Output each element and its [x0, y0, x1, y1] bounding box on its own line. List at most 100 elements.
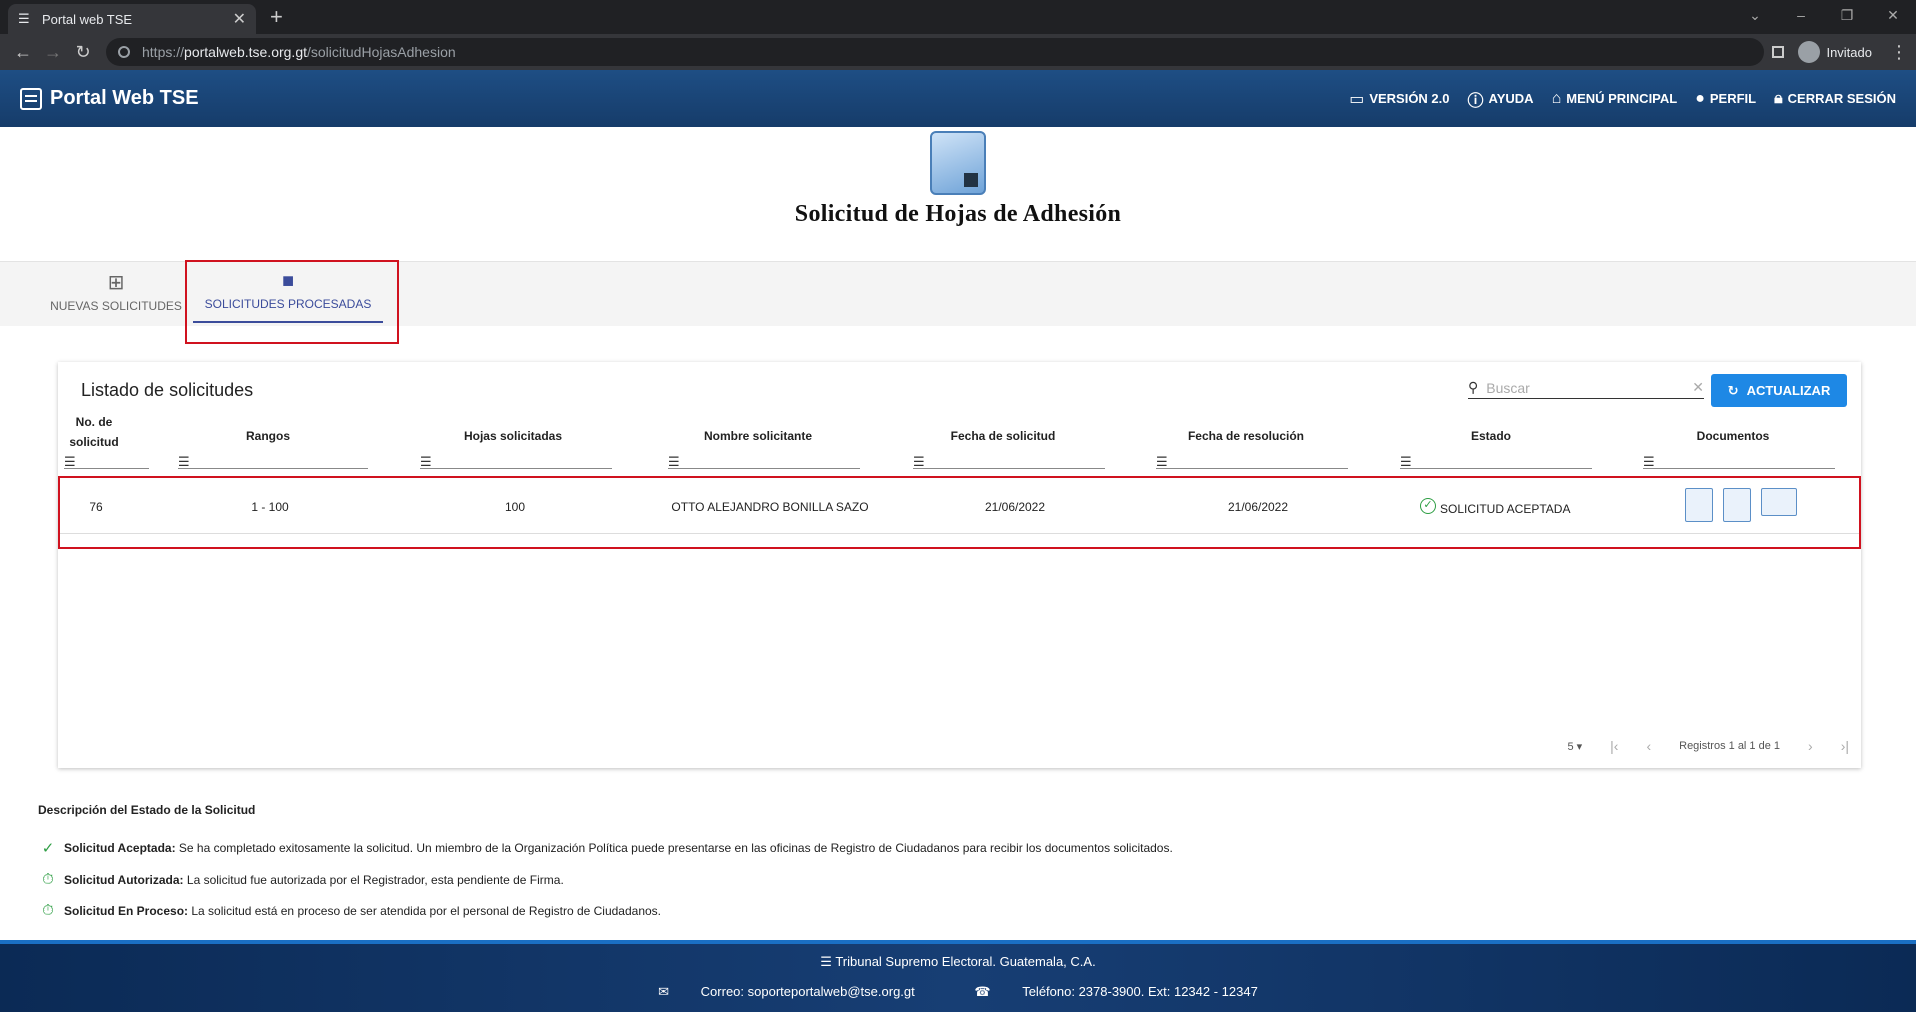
legend-item-name: Solicitud En Proceso: — [64, 903, 189, 918]
legend-item-name: Solicitud Aceptada: — [64, 841, 176, 855]
search-input[interactable]: ⚲ Buscar ✕ — [1468, 377, 1704, 399]
page-size-select[interactable]: 5 ▾ — [1567, 740, 1582, 753]
footer-email[interactable]: ✉ Correo: soporteportalweb@tse.org.gt — [644, 984, 929, 999]
tse-logo-icon — [20, 87, 42, 110]
menu-version[interactable]: ▭ VERSIÓN 2.0 — [1349, 87, 1449, 111]
col-rangos[interactable]: Rangos — [188, 426, 348, 446]
tab-procesadas-label: SOLICITUDES PROCESADAS — [204, 297, 372, 311]
footer-email-text: Correo: soporteportalweb@tse.org.gt — [700, 984, 915, 999]
last-page-icon[interactable]: ›| — [1841, 738, 1849, 754]
first-page-icon[interactable]: |‹ — [1610, 738, 1618, 754]
close-window-icon[interactable]: ✕ — [1870, 0, 1916, 30]
profile-label: Invitado — [1826, 44, 1872, 60]
lock-icon: 🔒︎ — [1774, 89, 1783, 107]
status-label: SOLICITUD ACEPTADA — [1440, 502, 1571, 516]
filter-fecha-solicitud[interactable]: ☰ — [913, 454, 1105, 469]
header-menu: ▭ VERSIÓN 2.0 ⓘ AYUDA ⌂ MENÚ PRINCIPAL ● PER… — [1349, 87, 1896, 111]
more-menu-icon[interactable]: ⋮ — [1890, 42, 1908, 63]
table-header: No. de solicitud Rangos Hojas solicitada… — [58, 415, 1861, 454]
address-bar-row: ← → ↻ https://portalweb.tse.org.gt/solic… — [0, 34, 1916, 70]
page-size-value: 5 — [1567, 740, 1574, 753]
paginator: 5 ▾ |‹ ‹ Registros 1 al 1 de 1 › ›| — [1567, 738, 1849, 754]
new-tab-icon[interactable]: + — [270, 4, 283, 30]
menu-logout-label: CERRAR SESIÓN — [1787, 91, 1896, 106]
brand[interactable]: Portal Web TSE — [20, 87, 199, 110]
phone-icon: ☎ — [974, 984, 995, 999]
filter-nombre[interactable]: ☰ — [668, 454, 860, 469]
browser-tabstrip: ☰ Portal web TSE ✕ + ⌄ – ❐ ✕ — [0, 0, 1916, 34]
tse-favicon-icon: ☰ — [18, 11, 30, 26]
filter-icon: ☰ — [668, 454, 680, 469]
col-estado[interactable]: Estado — [1401, 426, 1581, 446]
document-download-icon[interactable] — [1723, 488, 1751, 522]
reload-icon[interactable]: ↻ — [68, 42, 98, 63]
legend-item: ⏱︎ Solicitud En Proceso: La solicitud es… — [38, 902, 1173, 919]
brand-title: Portal Web TSE — [50, 87, 199, 109]
check-circle-icon: ✓ — [1420, 498, 1436, 514]
legend-item-name: Solicitud Autorizada: — [64, 872, 184, 887]
site-info-icon[interactable] — [118, 46, 130, 58]
menu-home[interactable]: ⌂ MENÚ PRINCIPAL — [1552, 87, 1678, 111]
minimize-icon[interactable]: – — [1778, 0, 1824, 30]
tabs-bar: ⊞ NUEVAS SOLICITUDES ■ SOLICITUDES PROCE… — [0, 260, 1916, 344]
filter-icon: ☰ — [1643, 454, 1655, 469]
laptop-icon: ▭ — [1349, 90, 1365, 108]
certificate-download-icon[interactable] — [1761, 488, 1797, 516]
url-field[interactable]: https://portalweb.tse.org.gt/solicitudHo… — [106, 38, 1765, 66]
tab-search-icon[interactable]: ⌄ — [1732, 0, 1778, 30]
check-icon: ✓ — [41, 840, 55, 857]
table-row[interactable]: 76 1 - 100 100 OTTO ALEJANDRO BONILLA SA… — [60, 482, 1859, 534]
timer-icon: ⏱︎ — [42, 871, 54, 888]
mail-icon: ✉ — [658, 984, 673, 999]
back-icon[interactable]: ← — [8, 42, 38, 63]
col-no[interactable]: No. de solicitud — [58, 412, 130, 452]
tab-nuevas-label: NUEVAS SOLICITUDES — [50, 299, 182, 313]
account-icon: ● — [1695, 89, 1705, 107]
side-panel-icon[interactable] — [1772, 46, 1785, 58]
page-hero: Solicitud de Hojas de Adhesión — [0, 131, 1916, 261]
restore-icon[interactable]: ❐ — [1824, 0, 1870, 30]
close-tab-icon[interactable]: ✕ — [233, 9, 246, 29]
filter-icon: ☰ — [64, 454, 76, 469]
legend-item-desc: Se ha completado exitosamente la solicit… — [178, 841, 1173, 855]
legend-item-desc: La solicitud está en proceso de ser aten… — [191, 903, 662, 918]
menu-profile[interactable]: ● PERFIL — [1695, 87, 1756, 111]
profile-button[interactable]: Invitado — [1798, 41, 1872, 63]
prev-page-icon[interactable]: ‹ — [1646, 738, 1651, 754]
url-host: portalweb.tse.org.gt — [184, 44, 307, 60]
document-download-icon[interactable] — [1685, 488, 1713, 522]
cell-documentos — [1685, 488, 1797, 522]
col-nombre[interactable]: Nombre solicitante — [668, 426, 848, 446]
filter-row: ☰ ☰ ☰ ☰ ☰ ☰ ☰ ☰ — [58, 454, 1861, 472]
col-documentos[interactable]: Documentos — [1643, 426, 1823, 446]
cell-fecha-resolucion: 21/06/2022 — [1227, 500, 1289, 514]
menu-version-label: VERSIÓN 2.0 — [1369, 91, 1450, 106]
next-page-icon[interactable]: › — [1808, 738, 1813, 754]
legend-title: Descripción del Estado de la Solicitud — [38, 803, 256, 817]
window-controls: ⌄ – ❐ ✕ — [1732, 0, 1916, 30]
menu-help[interactable]: ⓘ AYUDA — [1468, 87, 1534, 111]
filter-rangos[interactable]: ☰ — [178, 454, 368, 469]
cell-hojas: 100 — [504, 500, 526, 514]
refresh-button[interactable]: ↻ ACTUALIZAR — [1711, 374, 1847, 407]
app-header: Portal Web TSE ▭ VERSIÓN 2.0 ⓘ AYUDA ⌂ MENÚ… — [0, 70, 1916, 127]
menu-logout[interactable]: 🔒︎ CERRAR SESIÓN — [1774, 87, 1896, 111]
footer-contact: ✉ Correo: soporteportalweb@tse.org.gt ☎ … — [0, 984, 1916, 1000]
filter-fecha-resolucion[interactable]: ☰ — [1156, 454, 1348, 469]
filter-estado[interactable]: ☰ — [1400, 454, 1592, 469]
footer-org: ☰ Tribunal Supremo Electoral. Guatemala,… — [0, 954, 1916, 970]
browser-tab[interactable]: ☰ Portal web TSE ✕ — [8, 4, 256, 34]
forward-icon[interactable]: → — [38, 42, 68, 63]
col-fecha-resolucion[interactable]: Fecha de resolución — [1156, 426, 1336, 446]
refresh-icon: ↻ — [1727, 382, 1739, 398]
table-title: Listado de solicitudes — [81, 380, 254, 400]
col-fecha-solicitud[interactable]: Fecha de solicitud — [913, 426, 1093, 446]
avatar-icon — [1798, 41, 1821, 63]
filter-no[interactable]: ☰ — [64, 454, 149, 469]
col-hojas[interactable]: Hojas solicitadas — [428, 426, 598, 446]
filter-hojas[interactable]: ☰ — [420, 454, 612, 469]
tab-nuevas-solicitudes[interactable]: ⊞ NUEVAS SOLICITUDES — [46, 270, 186, 313]
tab-solicitudes-procesadas[interactable]: ■ SOLICITUDES PROCESADAS — [193, 270, 383, 323]
filter-documentos[interactable]: ☰ — [1643, 454, 1835, 469]
clear-search-icon[interactable]: ✕ — [1692, 379, 1704, 396]
